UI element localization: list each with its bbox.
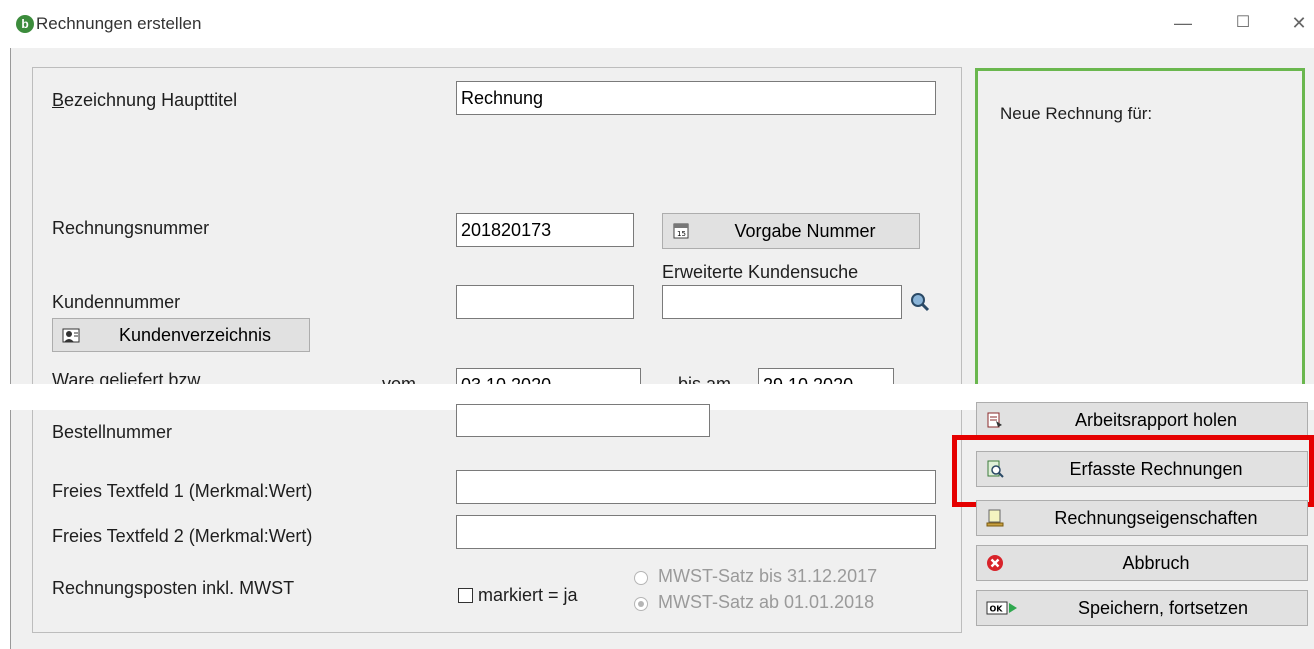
cancel-icon bbox=[985, 553, 1005, 573]
invoice-number-label: Rechnungsnummer bbox=[52, 218, 210, 238]
vat-radio-2018[interactable] bbox=[634, 597, 648, 611]
close-button[interactable]: ✕ bbox=[1284, 8, 1314, 38]
free-text1-input[interactable] bbox=[456, 470, 936, 504]
default-number-button[interactable]: 15 Vorgabe Nummer bbox=[662, 213, 920, 249]
save-continue-button[interactable]: OK Speichern, fortsetzen bbox=[976, 590, 1308, 626]
cancel-button[interactable]: Abbruch bbox=[976, 545, 1308, 581]
work-report-button[interactable]: Arbeitsrapport holen bbox=[976, 402, 1308, 438]
work-report-label: Arbeitsrapport holen bbox=[1074, 409, 1238, 430]
new-invoice-for-label: Neue Rechnung für: bbox=[1000, 104, 1153, 123]
customer-directory-label: Kundenverzeichnis bbox=[118, 324, 272, 345]
free-text2-input[interactable] bbox=[456, 515, 936, 549]
vat-radio-2017[interactable] bbox=[634, 571, 648, 585]
highlight-box bbox=[952, 435, 1314, 507]
window-title: Rechnungen erstellen bbox=[36, 14, 202, 33]
vat-label: Rechnungsposten inkl. MWST bbox=[52, 578, 295, 598]
left-border bbox=[0, 48, 10, 649]
order-number-label: Bestellnummer bbox=[52, 422, 173, 442]
main-title-label: Bezeichnung Haupttitel bbox=[52, 90, 238, 110]
default-number-label: Vorgabe Nummer bbox=[734, 220, 876, 241]
report-icon bbox=[985, 410, 1005, 430]
maximize-button[interactable]: ☐ bbox=[1228, 8, 1258, 38]
invoice-number-input[interactable] bbox=[456, 213, 634, 247]
cancel-label: Abbruch bbox=[1122, 552, 1190, 573]
order-number-input[interactable] bbox=[456, 404, 710, 437]
vat-checkbox[interactable] bbox=[458, 588, 473, 603]
invoice-properties-label: Rechnungseigenschaften bbox=[1054, 507, 1258, 528]
calendar-icon: 15 bbox=[671, 221, 691, 241]
customer-directory-icon bbox=[61, 325, 81, 345]
svg-text:15: 15 bbox=[677, 230, 686, 238]
vat-radio-2018-label: MWST-Satz ab 01.01.2018 bbox=[658, 592, 875, 612]
extended-search-input[interactable] bbox=[662, 285, 902, 319]
minimize-button[interactable]: — bbox=[1168, 8, 1198, 38]
invoice-properties-button[interactable]: Rechnungseigenschaften bbox=[976, 500, 1308, 536]
vat-checkbox-label: markiert = ja bbox=[478, 585, 578, 605]
ok-arrow-icon: OK bbox=[985, 598, 1019, 618]
extended-search-label: Erweiterte Kundensuche bbox=[662, 262, 859, 282]
search-icon[interactable] bbox=[904, 285, 936, 319]
app-logo-icon: b bbox=[16, 15, 34, 33]
free-text2-label: Freies Textfeld 2 (Merkmal:Wert) bbox=[52, 526, 313, 546]
customer-number-label: Kundennummer bbox=[52, 292, 181, 312]
main-title-input[interactable] bbox=[456, 81, 936, 115]
free-text1-label: Freies Textfeld 1 (Merkmal:Wert) bbox=[52, 481, 313, 501]
svg-text:OK: OK bbox=[990, 605, 1004, 614]
save-continue-label: Speichern, fortsetzen bbox=[1077, 597, 1249, 618]
left-divider bbox=[10, 48, 11, 649]
customer-directory-button[interactable]: Kundenverzeichnis bbox=[52, 318, 310, 352]
vat-radio-2017-label: MWST-Satz bis 31.12.2017 bbox=[658, 566, 878, 586]
document-ruler-icon bbox=[985, 508, 1005, 528]
customer-number-input[interactable] bbox=[456, 285, 634, 319]
